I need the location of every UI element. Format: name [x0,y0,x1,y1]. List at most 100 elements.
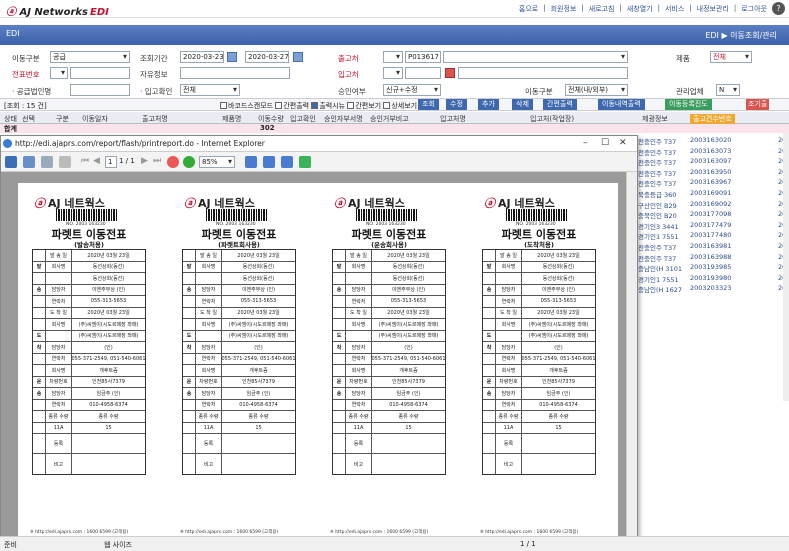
date-from-input[interactable]: 2020-03-23 [180,51,224,63]
nav-myinfo[interactable]: 내정보관리 [697,4,729,14]
table-row[interactable]: 전충인주 T37200316396720 [638,178,789,189]
supplier-select[interactable] [383,51,403,63]
approve-select[interactable]: 신규+수정 [383,84,441,96]
table-row[interactable]: 경기인1 7551200319398020 [638,274,789,285]
option-checkbox[interactable] [220,102,227,109]
move-div-select[interactable]: 전체(내/외부) [565,84,628,96]
export-icon[interactable] [41,156,53,168]
nav-newwindow[interactable]: 새창열기 [627,4,653,14]
col-date[interactable]: 이동일자 [82,114,108,124]
slip-section [33,250,46,261]
nav-service[interactable]: 서비스 [665,4,684,14]
col-type[interactable]: 구분 [56,114,69,124]
view-mode-icon[interactable] [245,156,257,168]
slip-no-select[interactable] [50,67,68,79]
option-checkbox[interactable] [383,102,391,109]
early-button[interactable]: 조기출 [746,99,770,110]
help-icon[interactable]: ? [772,2,785,15]
receiver-select[interactable] [383,67,403,79]
table-row[interactable]: 경기인1 7551200317748020 [638,231,789,242]
zoom-select[interactable]: 85% [199,156,235,168]
calendar-icon[interactable] [227,52,237,62]
search-icon[interactable] [299,156,311,168]
table-row[interactable]: 전충인주 T37200316309720 [638,157,789,168]
table-row[interactable]: 전충인주 T37200316398820 [638,253,789,264]
next-page-icon[interactable]: ▶ [141,156,148,166]
grid-scrollbar[interactable] [783,133,789,401]
table-row[interactable]: 전충인주 T37200316307320 [638,147,789,158]
date-to-input[interactable]: 2020-03-27 [245,51,289,63]
supplier-code-input[interactable]: P013617 [405,51,441,63]
quick-print-button[interactable]: 간편출력 [543,99,577,110]
edit-button[interactable]: 수정 [446,99,467,110]
col-reject[interactable]: 승인거부비고 [370,114,409,124]
table-row[interactable]: 충남인(H 1627200320332320 [638,284,789,295]
col-confirm[interactable]: 입고확인 [290,114,316,124]
table-row[interactable]: 전충인주 T37200316302020 [638,136,789,147]
product-select[interactable]: 전체 [710,51,752,63]
home-tab[interactable]: EDI [6,29,20,38]
prev-page-icon[interactable]: ◀ [93,156,100,166]
col-product[interactable]: 제품명 [222,114,241,124]
col-workplace[interactable]: 입고처(작업장) [530,114,574,124]
minimize-button[interactable]: – [583,138,588,148]
zoom-out-icon[interactable] [167,156,179,168]
move-type-select[interactable]: 공급 [50,51,130,63]
col-slip-no[interactable]: 출고건수번호 [690,114,735,124]
register-button[interactable]: 이동등록진도 [665,99,712,110]
option-checkbox[interactable] [347,102,355,109]
save-icon[interactable] [5,156,17,168]
col-receiver[interactable]: 입고처명 [440,114,466,124]
first-page-icon[interactable]: ⏮ [81,156,89,166]
table-row[interactable]: 전충인주 T37200316395020 [638,168,789,179]
brand-logo[interactable]: ⓐ AJ Networks EDI [6,3,109,18]
slip-field: 회사명 [496,261,522,272]
option-checkbox[interactable] [311,102,319,109]
nav-logout[interactable]: 로그아웃 [741,4,767,14]
slip-row: 도 착 일 2020년 03월 23일 [183,307,295,319]
supplier-label: 출고처 [338,54,359,63]
receiver-code-input[interactable] [405,67,441,79]
table-row[interactable]: 구산인인 B29200316909220 [638,200,789,211]
free-info-input[interactable] [180,67,290,79]
col-select[interactable]: 선택 [22,114,35,124]
option-checkbox[interactable] [275,102,283,109]
maximize-button[interactable]: ☐ [601,138,609,148]
receiver-name-input[interactable] [458,67,628,79]
col-qty[interactable]: 이동수량 [258,114,284,124]
manage-select[interactable]: N [716,84,740,96]
col-approver[interactable]: 승인자부서명 [324,114,363,124]
nav-refresh[interactable]: 새로고침 [589,4,615,14]
add-button[interactable]: 추가 [478,99,499,110]
slip-section [183,273,196,284]
final-select[interactable]: 전체 [180,84,240,96]
print-icon[interactable] [23,156,35,168]
layout-icon[interactable] [263,156,275,168]
col-supplier[interactable]: 출고처명 [142,114,168,124]
col-transport[interactable]: 제광정보 [642,114,668,124]
delete-button[interactable]: 삭제 [512,99,533,110]
zoom-in-icon[interactable] [183,156,195,168]
table-row[interactable]: 충남인(H 3101200319398520 [638,263,789,274]
copy-icon[interactable] [59,156,71,168]
page-input[interactable]: 1 [105,156,117,168]
slip-no-input[interactable] [70,67,130,79]
table-row[interactable]: 북충등급 360200316909120 [638,189,789,200]
history-print-button[interactable]: 이동내역출력 [598,99,645,110]
calendar-icon[interactable] [293,52,303,62]
final-company-input[interactable] [70,84,130,96]
table-row[interactable]: 경기인3 3441200317747920 [638,221,789,232]
last-page-icon[interactable]: ⏭ [153,156,161,166]
supplier-name-select[interactable] [443,51,628,63]
table-row[interactable]: 전충인주 T37200316398120 [638,242,789,253]
nav-member[interactable]: 회원정보 [551,4,577,14]
search-icon[interactable] [445,68,455,78]
viewer-scrollbar[interactable] [626,172,637,536]
search-button[interactable]: 조회 [418,99,439,110]
col-status[interactable]: 상태 [4,114,17,124]
report-viewer[interactable]: ⓐ AJ 네트웍스 NO. 2003 163230 파렛트 이동전표 (발송처용) 발 송… [1,172,626,536]
nav-home[interactable]: 홈으로 [519,4,538,14]
table-row[interactable]: 충북인인 B20200317709820 [638,210,789,221]
close-button[interactable]: ✕ [619,138,627,148]
fit-icon[interactable] [281,156,293,168]
